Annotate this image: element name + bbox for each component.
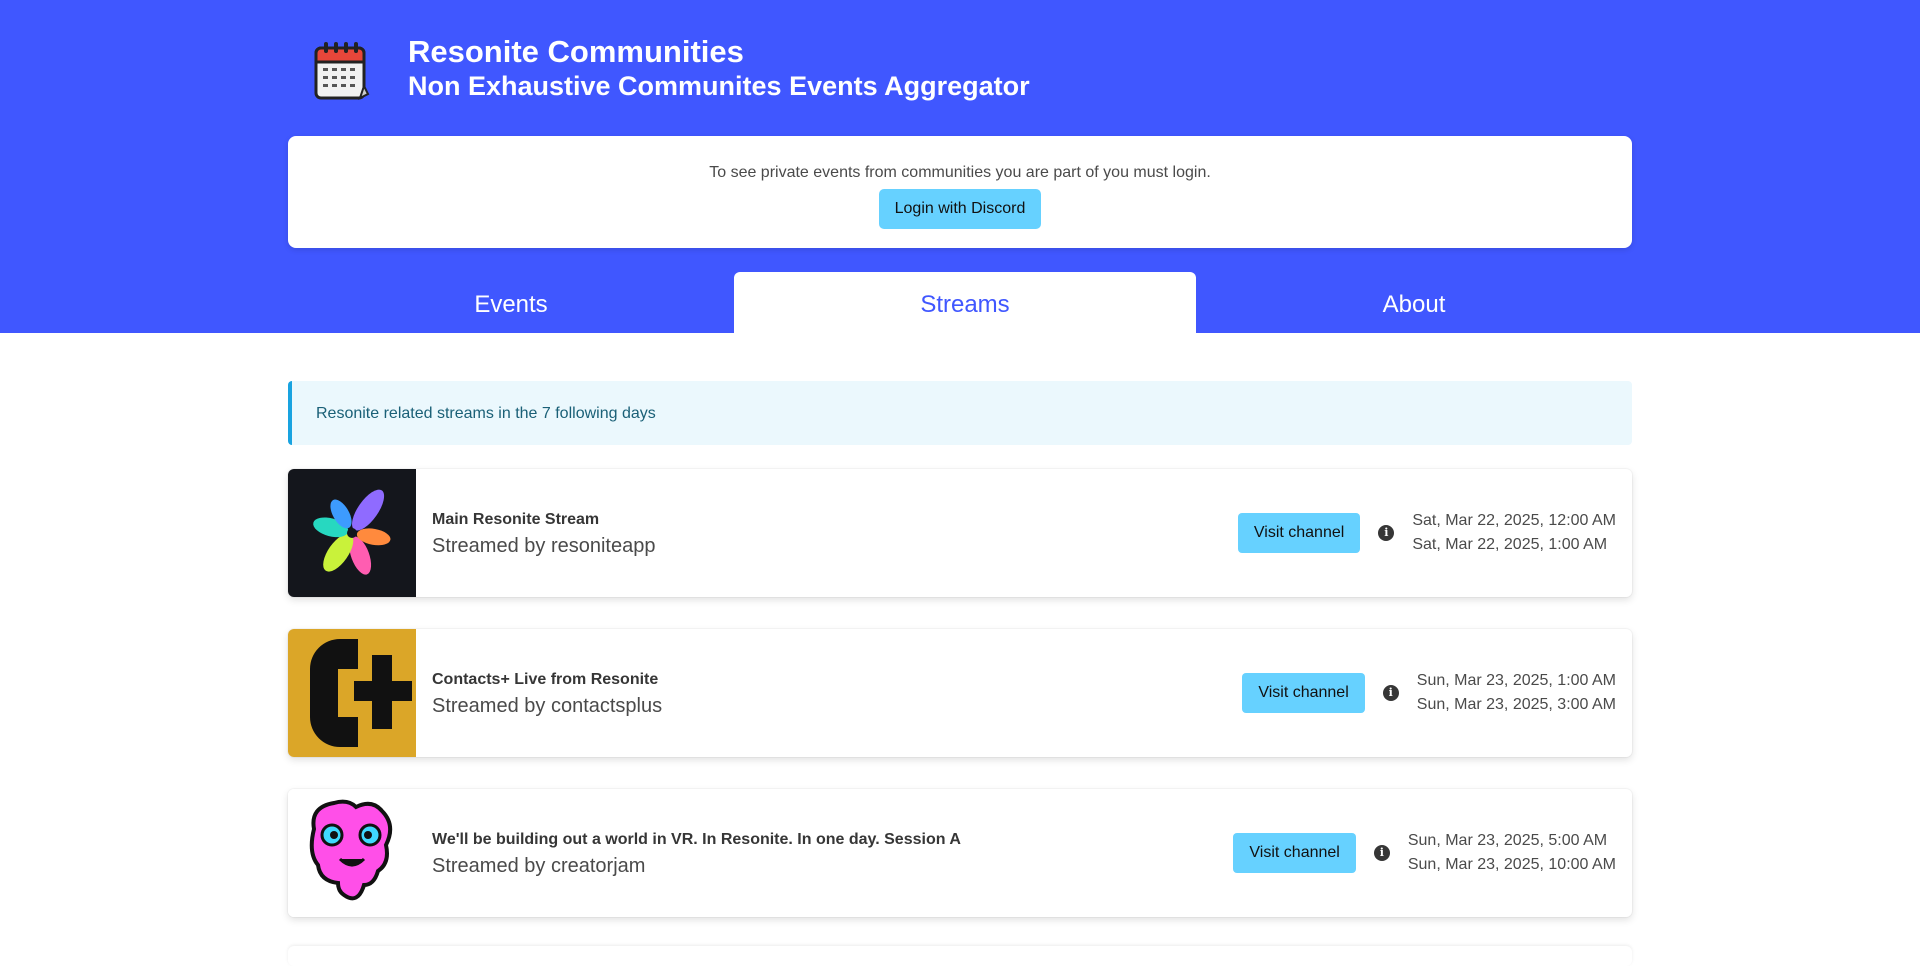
main-tabs: Events Streams About — [288, 272, 1632, 333]
hero-header: Resonite Communities Non Exhaustive Comm… — [0, 0, 1920, 333]
stream-card: Contacts+ Live from Resonite Streamed by… — [288, 629, 1632, 757]
stream-start: Sun, Mar 23, 2025, 1:00 AM — [1416, 672, 1616, 689]
notice-text: Resonite related streams in the 7 follow… — [316, 405, 656, 422]
visit-channel-button[interactable]: Visit channel — [1242, 673, 1365, 713]
login-with-discord-button[interactable]: Login with Discord — [879, 189, 1041, 229]
stream-card: We'll be building out a world in VR. In … — [288, 789, 1632, 917]
stream-end: Sun, Mar 23, 2025, 3:00 AM — [1416, 696, 1616, 713]
streams-notice: Resonite related streams in the 7 follow… — [288, 381, 1632, 445]
tab-streams[interactable]: Streams — [734, 272, 1196, 333]
stream-dates: Sun, Mar 23, 2025, 1:00 AM Sun, Mar 23, … — [1417, 669, 1616, 717]
stream-dates: Sat, Mar 22, 2025, 12:00 AM Sat, Mar 22,… — [1412, 509, 1616, 557]
creatorjam-logo-thumbnail — [288, 789, 416, 917]
stream-end: Sun, Mar 23, 2025, 10:00 AM — [1407, 856, 1616, 873]
stream-end: Sat, Mar 22, 2025, 1:00 AM — [1412, 536, 1608, 553]
stream-dates: Sun, Mar 23, 2025, 5:00 AM Sun, Mar 23, … — [1408, 829, 1616, 877]
visit-channel-button[interactable]: Visit channel — [1237, 513, 1361, 553]
stream-title: We'll be building out a world in VR. In … — [432, 831, 961, 848]
info-icon[interactable]: i — [1382, 685, 1399, 701]
stream-card: Main Resonite Stream Streamed by resonit… — [288, 469, 1632, 597]
login-box: To see private events from communities y… — [288, 136, 1632, 248]
resonite-logo-thumbnail — [288, 469, 416, 597]
stream-card-partial — [288, 946, 1632, 966]
contactsplus-logo-thumbnail — [288, 629, 416, 757]
stream-author: Streamed by contactsplus — [432, 695, 663, 717]
stream-author: Streamed by resoniteapp — [432, 535, 656, 557]
login-message: To see private events from communities y… — [709, 164, 1211, 181]
tab-about[interactable]: About — [1196, 272, 1632, 333]
stream-title: Contacts+ Live from Resonite — [432, 671, 659, 688]
info-icon[interactable]: i — [1373, 845, 1390, 861]
visit-channel-button[interactable]: Visit channel — [1233, 833, 1356, 873]
stream-start: Sun, Mar 23, 2025, 5:00 AM — [1407, 832, 1608, 849]
site-titles: Resonite Communities Non Exhaustive Comm… — [408, 34, 1030, 102]
stream-title: Main Resonite Stream — [432, 511, 600, 528]
stream-author: Streamed by creatorjam — [432, 855, 646, 877]
calendar-icon — [314, 42, 370, 100]
tab-events[interactable]: Events — [288, 272, 734, 333]
info-icon[interactable]: i — [1378, 525, 1395, 541]
site-subtitle: Non Exhaustive Communites Events Aggrega… — [408, 71, 1030, 101]
site-title: Resonite Communities — [408, 34, 744, 69]
stream-start: Sat, Mar 22, 2025, 12:00 AM — [1412, 512, 1616, 529]
